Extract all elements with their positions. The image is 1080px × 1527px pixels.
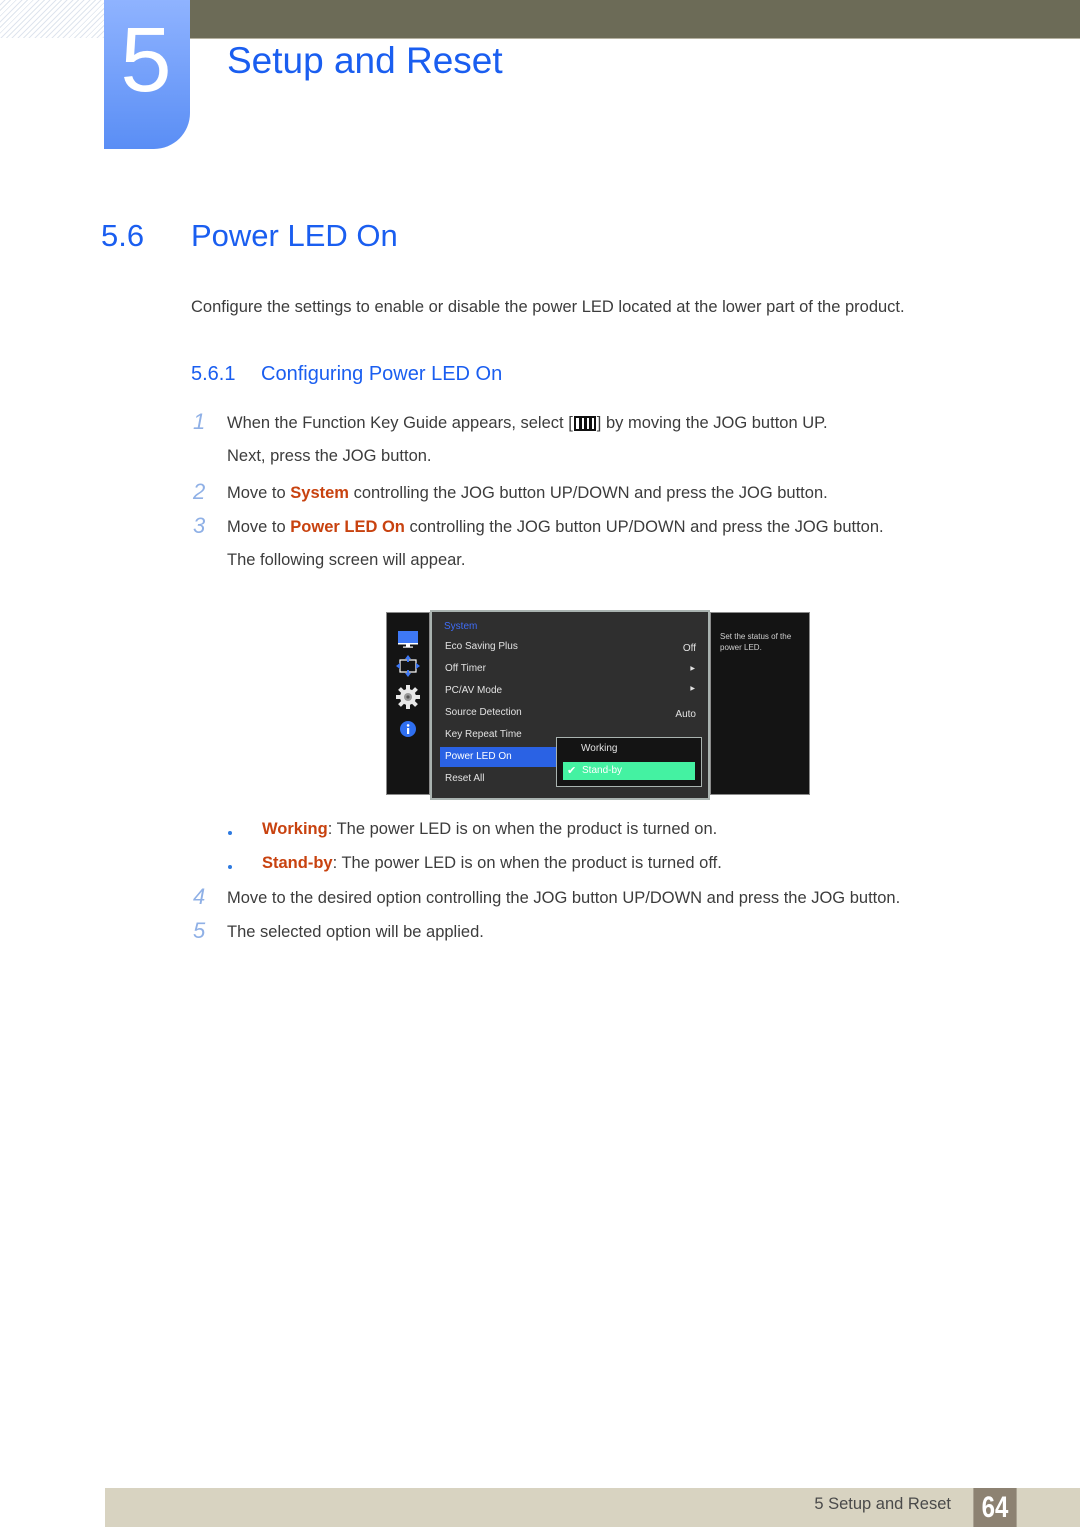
bullet-icon bbox=[228, 831, 232, 835]
chapter-number: 5 bbox=[120, 9, 172, 111]
step-1-text: When the Function Key Guide appears, sel… bbox=[227, 414, 828, 433]
footer-chapter-label: 5 Setup and Reset bbox=[814, 1495, 951, 1513]
osd-item-reset-all[interactable]: Reset All bbox=[440, 769, 558, 789]
osd-help-text: Set the status of the power LED. bbox=[720, 632, 792, 652]
osd-item-source-detection[interactable]: Source Detection bbox=[440, 703, 558, 723]
step-2-text: Move to System controlling the JOG butto… bbox=[227, 484, 828, 503]
section-number: 5.6 bbox=[101, 218, 145, 253]
subsection-number: 5.6.1 bbox=[191, 363, 236, 385]
chevron-right-icon: ▶ bbox=[690, 666, 695, 672]
osd-item-key-repeat-time[interactable]: Key Repeat Time bbox=[440, 725, 558, 745]
step-4-text: Move to the desired option controlling t… bbox=[227, 889, 901, 907]
option-name: Working bbox=[262, 820, 328, 838]
info-icon bbox=[387, 721, 429, 737]
header-bar bbox=[190, 0, 1080, 39]
section-intro: Configure the settings to enable or disa… bbox=[191, 298, 905, 316]
corner-hatch-decoration bbox=[0, 0, 104, 38]
step-1-line2: Next, press the JOG button. bbox=[227, 447, 432, 465]
osd-submenu: Working ✔ Stand-by bbox=[556, 737, 702, 787]
step-2-pre: Move to bbox=[227, 484, 291, 502]
osd-value-source-detection: Auto bbox=[675, 709, 696, 720]
footer-bar: 5 Setup and Reset bbox=[105, 1488, 1080, 1527]
step-3-highlight: Power LED On bbox=[290, 518, 405, 536]
osd-category-title: System bbox=[444, 621, 478, 632]
checkmark-icon: ✔ bbox=[567, 765, 577, 777]
step-3-post: controlling the JOG button UP/DOWN and p… bbox=[404, 518, 884, 536]
step-3-pre: Move to bbox=[227, 518, 291, 536]
step-3-text: Move to Power LED On controlling the JOG… bbox=[227, 518, 884, 537]
osd-option-stand-by-label: Stand-by bbox=[582, 765, 623, 776]
step-number: 2 bbox=[193, 479, 206, 504]
step-1-post: ] by moving the JOG button UP. bbox=[596, 414, 828, 432]
menu-icon bbox=[573, 416, 596, 431]
chapter-title: Setup and Reset bbox=[227, 40, 503, 81]
step-number: 3 bbox=[193, 513, 206, 538]
page-number: 64 bbox=[973, 1488, 1017, 1527]
osd-help-panel: Set the status of the power LED. bbox=[710, 612, 810, 795]
step-5-text: The selected option will be applied. bbox=[227, 923, 484, 941]
option-standby-desc: Stand-by: The power LED is on when the p… bbox=[262, 854, 722, 873]
option-desc: : The power LED is on when the product i… bbox=[332, 854, 722, 872]
step-2-highlight: System bbox=[290, 484, 349, 502]
osd-value-eco-saving-plus: Off bbox=[682, 643, 696, 654]
subsection-title: Configuring Power LED On bbox=[261, 363, 503, 385]
osd-item-off-timer[interactable]: Off Timer bbox=[440, 659, 558, 679]
osd-option-working[interactable]: Working bbox=[563, 740, 695, 758]
option-working-desc: Working: The power LED is on when the pr… bbox=[262, 820, 717, 839]
step-number: 4 bbox=[193, 884, 206, 909]
chapter-tab: 5 bbox=[104, 0, 190, 149]
osd-icon-panel bbox=[386, 612, 430, 795]
osd-item-power-led-on[interactable]: Power LED On bbox=[440, 747, 558, 767]
option-desc: : The power LED is on when the product i… bbox=[327, 820, 718, 838]
osd-item-pc-av-mode[interactable]: PC/AV Mode bbox=[440, 681, 558, 701]
option-name: Stand-by bbox=[262, 854, 333, 872]
osd-item-eco-saving-plus[interactable]: Eco Saving Plus bbox=[440, 637, 558, 657]
chevron-right-icon: ▶ bbox=[690, 686, 695, 692]
step-2-post: controlling the JOG button UP/DOWN and p… bbox=[348, 484, 828, 502]
gear-icon bbox=[387, 685, 429, 709]
bullet-icon bbox=[228, 865, 232, 869]
step-number: 1 bbox=[193, 409, 206, 434]
section-title: Power LED On bbox=[191, 218, 398, 253]
step-number: 5 bbox=[193, 918, 206, 943]
monitor-icon bbox=[387, 631, 429, 648]
osd-option-stand-by[interactable]: ✔ Stand-by bbox=[563, 762, 695, 780]
step-1-pre: When the Function Key Guide appears, sel… bbox=[227, 414, 573, 432]
step-3-line2: The following screen will appear. bbox=[227, 551, 466, 569]
resize-arrows-icon bbox=[387, 655, 429, 677]
